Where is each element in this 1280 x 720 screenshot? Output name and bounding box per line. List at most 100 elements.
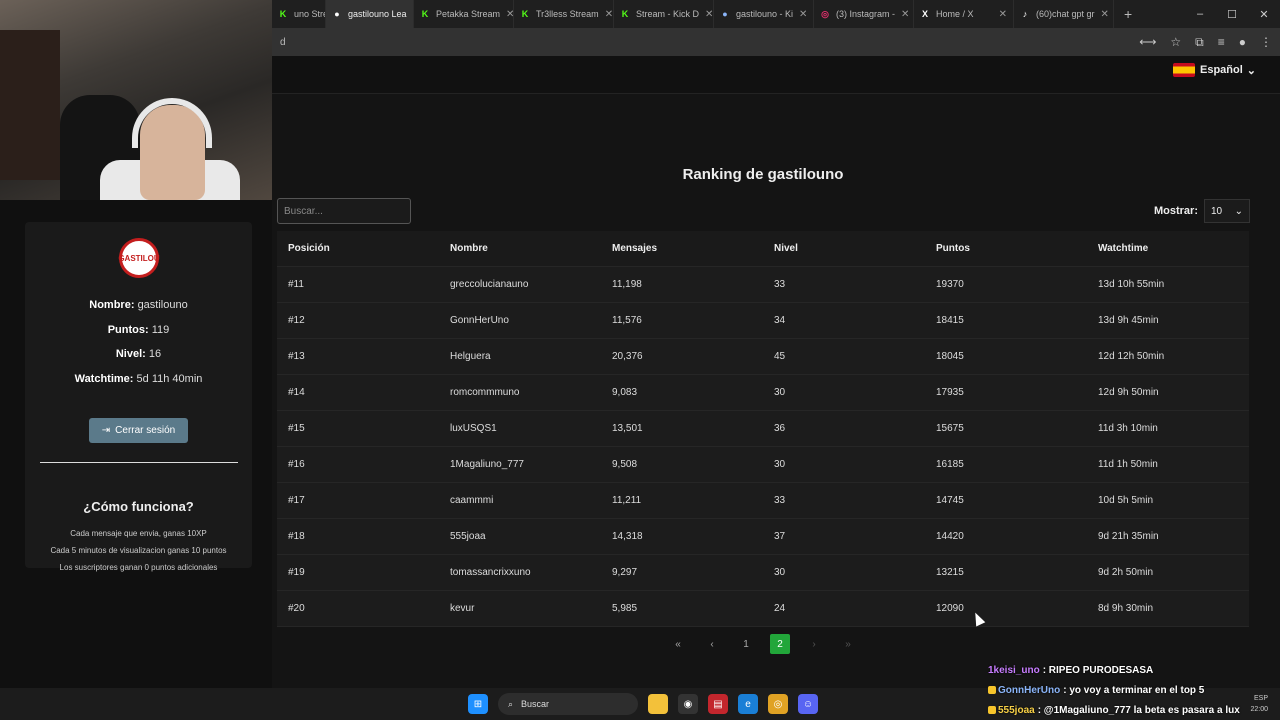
points-label: Puntos: <box>107 324 149 336</box>
close-tab-icon[interactable]: ✕ <box>793 9 807 20</box>
new-tab-button[interactable]: + <box>1114 6 1142 22</box>
close-tab-icon[interactable]: ✕ <box>500 9 513 20</box>
first-page-button[interactable]: « <box>668 634 688 654</box>
page-size-select[interactable]: 10 ⌄ <box>1204 199 1250 223</box>
browser-tab[interactable]: ● gastilouno Lea✕ <box>326 0 414 28</box>
column-header[interactable]: Puntos <box>925 243 1087 254</box>
column-header[interactable]: Nombre <box>439 243 601 254</box>
close-tab-icon[interactable]: ✕ <box>1095 9 1109 20</box>
media-icon[interactable]: ≡ <box>1218 35 1225 50</box>
browser-tab[interactable]: K Tr3lless Stream ✕ <box>514 0 614 28</box>
spain-flag-icon <box>1172 63 1195 77</box>
menu-icon[interactable]: ⋮ <box>1260 35 1272 50</box>
profile-card: GASTILOU Nombre: gastilouno Puntos: 119 … <box>25 222 252 572</box>
close-window-icon[interactable]: ✕ <box>1248 8 1280 21</box>
taskbar-search[interactable]: ⌕ Buscar <box>498 693 638 715</box>
app-icon[interactable]: ▤ <box>708 694 728 714</box>
chat-badge-icon <box>988 686 996 694</box>
table-row: #16 1Magaliuno_777 9,508 30 16185 11d 1h 50mi… <box>277 447 1249 483</box>
table-row: #20 kevur 5,985 24 12090 8d 9h 30min <box>277 591 1249 627</box>
address-bar[interactable]: d ⟷ ☆ ⧉ ≡ ● ⋮ <box>272 28 1280 56</box>
table-cell: 8d 9h 30min <box>1098 603 1154 614</box>
browser-tab[interactable]: ♪ (60)chat gpt gr ✕ <box>1014 0 1114 28</box>
minimize-icon[interactable]: – <box>1184 8 1216 21</box>
table-cell: #16 <box>288 459 305 470</box>
browser-tab[interactable]: K Petakka Stream ✕ <box>414 0 514 28</box>
close-tab-icon[interactable]: ✕ <box>599 9 613 20</box>
kick-icon: K <box>521 9 529 19</box>
table-cell: 11,211 <box>612 495 642 506</box>
close-tab-icon[interactable]: ✕ <box>407 9 414 20</box>
column-header[interactable]: Mensajes <box>601 243 763 254</box>
table-cell: 9d 2h 50min <box>1098 567 1154 578</box>
column-header[interactable]: Watchtime <box>1087 243 1249 254</box>
divider <box>40 462 238 463</box>
table-cell: 11,198 <box>612 279 642 290</box>
chat-username: GonnHerUno <box>998 684 1061 696</box>
windows-start-icon[interactable]: ⊞ <box>468 694 488 714</box>
close-tab-icon[interactable]: ✕ <box>993 9 1007 20</box>
page-title: Ranking de gastilouno <box>682 166 844 183</box>
x-icon: X <box>921 9 928 19</box>
profile-points: Puntos: 119 <box>25 324 252 336</box>
next-page-button[interactable]: › <box>804 634 824 654</box>
chat-message: GonnHerUno: yo voy a terminar en el top … <box>988 680 1280 700</box>
table-cell: 14745 <box>936 495 964 506</box>
maximize-icon[interactable]: ☐ <box>1216 8 1248 21</box>
edge-icon[interactable]: e <box>738 694 758 714</box>
profile-icon[interactable]: ● <box>1239 35 1246 50</box>
chrome-icon[interactable]: ◎ <box>768 694 788 714</box>
table-row: #18 555joaa 14,318 37 14420 9d 21h 35min <box>277 519 1249 555</box>
column-header[interactable]: Nivel <box>763 243 925 254</box>
translate-icon[interactable]: ⟷ <box>1139 35 1156 50</box>
table-header-row: Posición Nombre Mensajes Nivel Puntos Wa… <box>277 231 1249 267</box>
kick-icon: K <box>621 9 629 19</box>
tab-label: gastilouno - Ki <box>736 9 794 19</box>
table-cell: 12d 12h 50min <box>1098 351 1165 362</box>
table-cell: #18 <box>288 531 305 542</box>
browser-tab[interactable]: Kuno Stre✕ <box>272 0 326 28</box>
window-controls: – ☐ ✕ <box>1184 8 1280 21</box>
column-header[interactable]: Posición <box>277 243 439 254</box>
table-row: #11 greccolucianauno 11,198 33 19370 13d 10h … <box>277 267 1249 303</box>
chat-username: 1keisi_uno <box>988 664 1040 676</box>
browser-tab[interactable]: ● gastilouno - Ki ✕ <box>714 0 814 28</box>
table-cell: 33 <box>774 279 786 290</box>
logout-button[interactable]: ⇥ Cerrar sesión <box>89 418 188 443</box>
table-cell: 12090 <box>936 603 964 614</box>
table-cell: 12d 9h 50min <box>1098 387 1159 398</box>
leaderboard-page: Español ⌄ Ranking de gastilouno Mostrar:… <box>272 56 1280 688</box>
table-cell: #15 <box>288 423 305 434</box>
page-1-button[interactable]: 1 <box>736 634 756 654</box>
search-input[interactable] <box>277 198 411 224</box>
close-tab-icon[interactable]: ✕ <box>699 9 713 20</box>
site-icon: ● <box>334 9 340 19</box>
table-cell: 9,083 <box>612 387 638 398</box>
language-selector[interactable]: Español ⌄ <box>1172 63 1256 77</box>
browser-tab[interactable]: X Home / X ✕ <box>914 0 1014 28</box>
table-cell: 37 <box>774 531 786 542</box>
close-tab-icon[interactable]: ✕ <box>895 9 909 20</box>
table-cell: greccolucianauno <box>450 279 529 290</box>
browser-tab[interactable]: K Stream - Kick D ✕ <box>614 0 714 28</box>
instagram-icon: ◎ <box>821 9 829 19</box>
table-cell: 555joaa <box>450 531 486 542</box>
table-cell: 11d 1h 50min <box>1098 459 1158 470</box>
last-page-button[interactable]: » <box>838 634 858 654</box>
address-text: d <box>280 36 286 48</box>
browser-tab[interactable]: ◎ (3) Instagram - ✕ <box>814 0 914 28</box>
bookmark-star-icon[interactable]: ☆ <box>1170 35 1181 50</box>
table-cell: 34 <box>774 315 786 326</box>
obs-icon[interactable]: ◉ <box>678 694 698 714</box>
discord-icon[interactable]: ☺ <box>798 694 818 714</box>
chat-text: : yo voy a terminar en el top 5 <box>1063 684 1205 696</box>
file-explorer-icon[interactable] <box>648 694 668 714</box>
table-cell: #13 <box>288 351 305 362</box>
table-cell: #20 <box>288 603 305 614</box>
prev-page-button[interactable]: ‹ <box>702 634 722 654</box>
extensions-icon[interactable]: ⧉ <box>1195 35 1204 50</box>
table-cell: 18415 <box>936 315 964 326</box>
table-cell: #19 <box>288 567 305 578</box>
page-2-button[interactable]: 2 <box>770 634 790 654</box>
how-it-works-line: Los suscriptores ganan 0 puntos adiciona… <box>59 563 218 572</box>
